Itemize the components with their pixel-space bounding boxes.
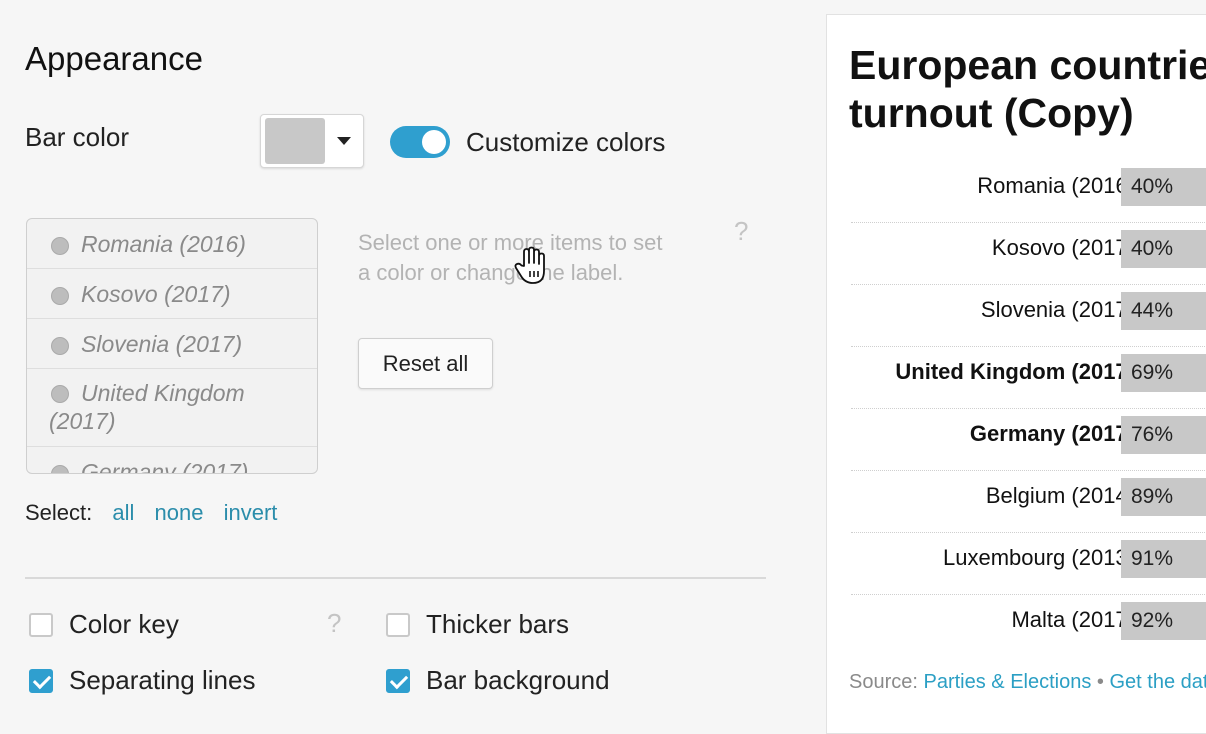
- radio-icon[interactable]: [51, 337, 69, 355]
- hand-cursor-icon: [512, 246, 548, 286]
- list-item[interactable]: Germany (2017): [27, 447, 317, 474]
- list-item[interactable]: United Kingdom (2017): [27, 369, 317, 447]
- bar-label: Malta (2017): [1011, 607, 1135, 633]
- bar-background: 76%: [1121, 416, 1206, 454]
- separating-lines-checkbox[interactable]: [29, 669, 53, 693]
- section-title: Appearance: [25, 40, 203, 78]
- radio-icon[interactable]: [51, 465, 69, 474]
- list-item[interactable]: Kosovo (2017): [27, 269, 317, 319]
- bar-row: Malta (2017)92%: [851, 594, 1206, 656]
- thicker-bars-checkbox[interactable]: [386, 613, 410, 637]
- list-item-label: Kosovo (2017): [81, 281, 231, 307]
- item-list[interactable]: Romania (2016) Kosovo (2017) Slovenia (2…: [26, 218, 318, 474]
- bar-label: Germany (2017): [970, 421, 1135, 447]
- select-all-link[interactable]: all: [112, 500, 134, 525]
- bar-row: United Kingdom (2017)69%: [851, 346, 1206, 409]
- bar-value-label: 89%: [1131, 485, 1173, 509]
- bar-background-checkbox[interactable]: [386, 669, 410, 693]
- toggle-knob: [422, 130, 446, 154]
- list-item-label: Slovenia (2017): [81, 331, 242, 357]
- help-icon[interactable]: ?: [327, 608, 341, 639]
- radio-icon[interactable]: [51, 237, 69, 255]
- list-item[interactable]: Romania (2016): [27, 219, 317, 269]
- bar-background: 69%: [1121, 354, 1206, 392]
- list-item[interactable]: Slovenia (2017): [27, 319, 317, 369]
- help-icon[interactable]: ?: [734, 216, 748, 247]
- separating-lines-label[interactable]: Separating lines: [69, 665, 255, 696]
- radio-icon[interactable]: [51, 385, 69, 403]
- bar-label: Kosovo (2017): [992, 235, 1135, 261]
- bar-value-label: 92%: [1131, 609, 1173, 633]
- thicker-bars-label[interactable]: Thicker bars: [426, 609, 569, 640]
- select-none-link[interactable]: none: [155, 500, 204, 525]
- chart-title: European countries turnout (Copy): [849, 41, 1206, 137]
- bar-background: 91%: [1121, 540, 1206, 578]
- customize-colors-label[interactable]: Customize colors: [466, 127, 665, 158]
- bar-row: Germany (2017)76%: [851, 408, 1206, 471]
- select-row: Select: all none invert: [25, 500, 277, 526]
- list-item-label: Germany (2017): [81, 459, 248, 474]
- chart-source: Source: Parties & Elections • Get the da…: [849, 671, 1206, 694]
- bar-background: 40%: [1121, 168, 1206, 206]
- bar-row: Slovenia (2017)44%: [851, 284, 1206, 347]
- bar-value-label: 76%: [1131, 423, 1173, 447]
- bar-color-picker[interactable]: [260, 114, 364, 168]
- radio-icon[interactable]: [51, 287, 69, 305]
- bar-label: Belgium (2014): [986, 483, 1135, 509]
- bar-row: Belgium (2014)89%: [851, 470, 1206, 533]
- bar-value-label: 40%: [1131, 175, 1173, 199]
- customize-colors-toggle[interactable]: [390, 126, 450, 158]
- source-separator: •: [1097, 671, 1104, 693]
- bar-background: 44%: [1121, 292, 1206, 330]
- bar-value-label: 44%: [1131, 299, 1173, 323]
- bar-background-label[interactable]: Bar background: [426, 665, 610, 696]
- bar-label: Luxembourg (2013): [943, 545, 1135, 571]
- chevron-down-icon[interactable]: [337, 137, 351, 145]
- color-swatch[interactable]: [265, 118, 325, 164]
- divider: [25, 577, 766, 579]
- get-data-link[interactable]: Get the data: [1110, 671, 1206, 693]
- reset-all-button[interactable]: Reset all: [358, 338, 493, 389]
- bar-label: Romania (2016): [977, 173, 1135, 199]
- select-invert-link[interactable]: invert: [224, 500, 278, 525]
- bar-row: Romania (2016)40%: [851, 160, 1206, 223]
- bar-background: 89%: [1121, 478, 1206, 516]
- bar-row: Kosovo (2017)40%: [851, 222, 1206, 285]
- source-link[interactable]: Parties & Elections: [924, 671, 1092, 693]
- source-prefix: Source:: [849, 671, 918, 693]
- bar-label: United Kingdom (2017): [895, 359, 1135, 385]
- bar-row: Luxembourg (2013)91%: [851, 532, 1206, 595]
- bar-background: 40%: [1121, 230, 1206, 268]
- color-key-checkbox[interactable]: [29, 613, 53, 637]
- bar-label: Slovenia (2017): [981, 297, 1135, 323]
- color-key-label[interactable]: Color key: [69, 609, 179, 640]
- bar-background: 92%: [1121, 602, 1206, 640]
- chart-preview: European countries turnout (Copy) Romani…: [826, 14, 1206, 734]
- bar-color-label: Bar color: [25, 122, 129, 153]
- bar-value-label: 69%: [1131, 361, 1173, 385]
- list-item-label: United Kingdom (2017): [49, 380, 245, 434]
- bar-value-label: 91%: [1131, 547, 1173, 571]
- bar-value-label: 40%: [1131, 237, 1173, 261]
- select-label: Select:: [25, 500, 92, 525]
- list-item-label: Romania (2016): [81, 231, 246, 257]
